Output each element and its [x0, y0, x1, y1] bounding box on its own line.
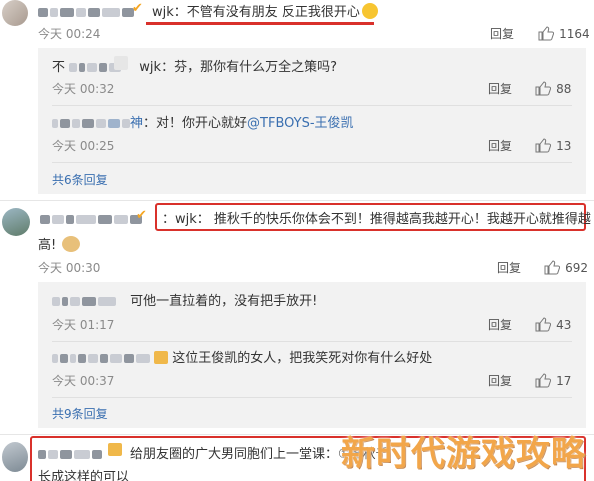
reply-button[interactable]: 回复 [490, 25, 514, 42]
avatar[interactable] [2, 442, 28, 472]
thumb-up-icon [535, 81, 551, 96]
reply-button[interactable]: 回复 [497, 259, 521, 276]
comment-time: 今天 00:24 [38, 27, 101, 41]
divider [0, 200, 594, 201]
reply-item[interactable]: 神：对！你开心就好@TFBOYS-王俊凯 [52, 112, 354, 131]
more-replies-link[interactable]: 共6条回复 [52, 171, 108, 188]
reply-item[interactable]: 可他一直拉着的，没有把手放开! [52, 290, 317, 309]
comment-text: wjk：不管有没有朋友 反正我很开心 [152, 1, 378, 20]
vip-badge-icon [154, 351, 169, 364]
like-count: 88 [556, 82, 572, 96]
thumb-up-icon [544, 260, 560, 275]
like-button[interactable]: 43 [535, 314, 571, 333]
thumb-up-icon [538, 26, 554, 41]
commenter-name[interactable] [38, 2, 134, 21]
like-button[interactable]: 13 [535, 135, 571, 154]
grin-emoji-icon [361, 3, 378, 19]
like-count: 17 [556, 374, 572, 388]
reply-time: 今天 00:37 [52, 374, 115, 388]
comment-text-cont: 高! [38, 234, 81, 253]
reply-item[interactable]: 不 wjk：芬，那你有什么万全之策吗? [52, 56, 337, 75]
thumb-up-icon [535, 138, 551, 153]
like-count: 1164 [559, 27, 590, 41]
reply-time: 今天 00:32 [52, 82, 115, 96]
thumb-up-icon [535, 373, 551, 388]
avatar[interactable] [2, 208, 30, 236]
like-count: 43 [556, 318, 572, 332]
comment-time: 今天 00:30 [38, 261, 101, 275]
avatar[interactable] [2, 0, 28, 26]
verified-badge-icon: ✔ [136, 208, 147, 223]
like-button[interactable]: 692 [544, 257, 588, 276]
divider [52, 105, 572, 106]
thumb-up-icon [535, 317, 551, 332]
mention-link[interactable]: @TFBOYS-王俊凯 [247, 116, 354, 131]
like-count: 13 [556, 139, 572, 153]
reply-button[interactable]: 回复 [488, 372, 512, 389]
more-replies-link[interactable]: 共9条回复 [52, 405, 108, 422]
reply-list: 可他一直拉着的，没有把手放开! 今天 01:17 回复 43 这位王俊凯的女人，… [38, 282, 586, 428]
reply-item[interactable]: 这位王俊凯的女人，把我笑死对你有什么好处 [52, 347, 432, 366]
comment-text-cont: 长成这样的可以 [38, 470, 130, 481]
like-button[interactable]: 88 [535, 78, 571, 97]
watermark: 新时代游戏攻略 [341, 434, 586, 474]
doge-emoji-icon [62, 236, 81, 252]
comment-text: ：wjk： 推秋千的快乐你体会不到！推得越高我越开心！我越开心就推得越 [162, 212, 591, 227]
like-button[interactable]: 17 [535, 370, 571, 389]
highlight-underline [146, 22, 374, 25]
reply-button[interactable]: 回复 [488, 316, 512, 333]
commenter-name[interactable] [40, 209, 142, 228]
divider [52, 397, 572, 398]
reply-list: 不 wjk：芬，那你有什么万全之策吗? 今天 00:32 回复 88 神：对！你… [38, 48, 586, 194]
vip-badge-icon [114, 56, 128, 70]
divider [52, 162, 572, 163]
divider [52, 341, 572, 342]
reply-button[interactable]: 回复 [488, 137, 512, 154]
verified-badge-icon: ✔ [132, 1, 143, 16]
like-button[interactable]: 1164 [538, 23, 590, 42]
reply-button[interactable]: 回复 [488, 80, 512, 97]
like-count: 692 [565, 261, 588, 275]
reply-time: 今天 00:25 [52, 139, 115, 153]
reply-time: 今天 01:17 [52, 318, 115, 332]
